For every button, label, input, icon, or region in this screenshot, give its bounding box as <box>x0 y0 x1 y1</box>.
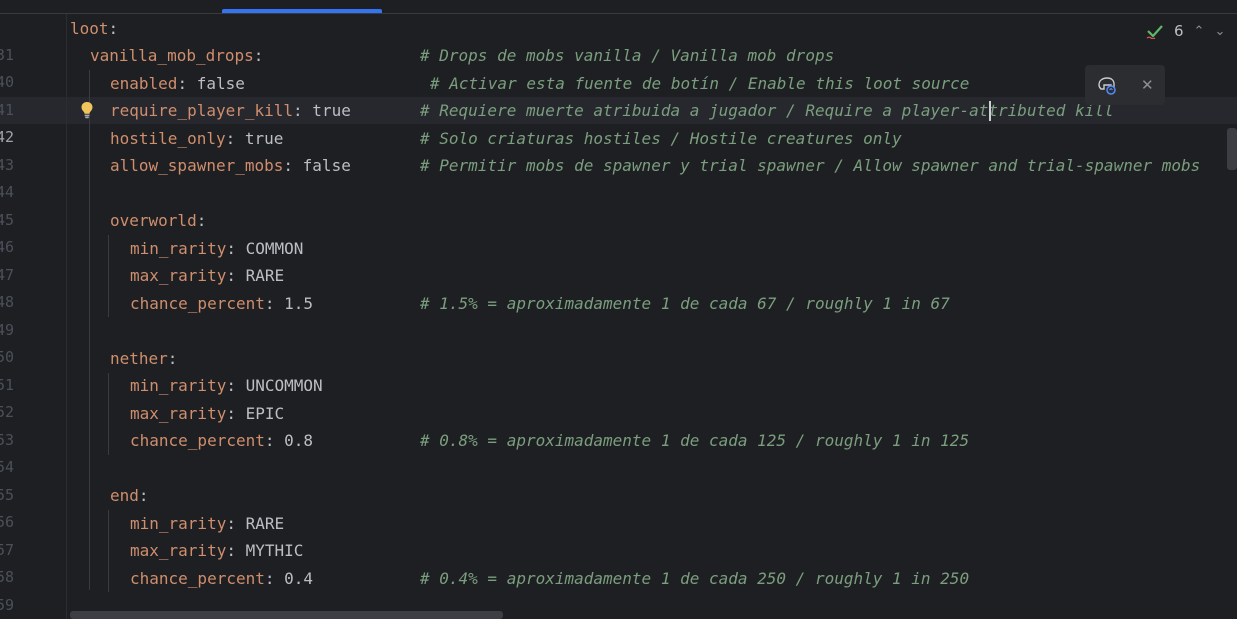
yaml-key: max_rarity <box>130 404 227 423</box>
yaml-value: true <box>302 101 351 120</box>
yaml-key: chance_percent <box>130 431 265 450</box>
code-line[interactable]: 52 min_rarity: UNCOMMON <box>0 372 1237 421</box>
code-line[interactable]: 51 nether: <box>0 345 1237 394</box>
yaml-key: max_rarity <box>130 266 227 285</box>
chevron-up-icon[interactable]: ⌃ <box>1194 24 1205 39</box>
code-line[interactable]: 57 min_rarity: RARE <box>0 510 1237 559</box>
code-line[interactable]: 47 min_rarity: COMMON <box>0 235 1237 284</box>
yaml-colon: : <box>167 349 178 368</box>
lightbulb-icon[interactable] <box>80 101 94 119</box>
yaml-colon: : <box>253 46 264 65</box>
yaml-key: loot <box>70 19 109 38</box>
yaml-key: allow_spawner_mobs <box>110 156 284 175</box>
yaml-comment: # Permitir mobs de spawner y trial spawn… <box>420 156 1201 175</box>
yaml-value: COMMON <box>235 239 304 258</box>
code-line[interactable]: 54 chance_percent: 0.8 # 0.8% = aproxima… <box>0 427 1237 476</box>
code-line[interactable]: 58 max_rarity: MYTHIC <box>0 537 1237 586</box>
yaml-key: max_rarity <box>130 541 227 560</box>
code-line[interactable]: 31 loot: <box>0 15 1237 64</box>
yaml-comment: # Activar esta fuente de botín / Enable … <box>430 74 970 93</box>
yaml-value: 0.4 <box>274 569 314 588</box>
yaml-comment: # 0.4% = aproximadamente 1 de cada 250 /… <box>420 569 970 588</box>
yaml-value: 0.8 <box>274 431 314 450</box>
code-line[interactable]: 45 <box>0 180 1237 229</box>
yaml-colon: : <box>226 376 236 395</box>
code-line[interactable]: 46 overworld: <box>0 207 1237 256</box>
elephant-sync-icon[interactable] <box>1096 75 1118 95</box>
code-line[interactable]: 40 vanilla_mob_drops: # Drops de mobs va… <box>0 42 1237 91</box>
code-line[interactable]: 53 max_rarity: EPIC <box>0 400 1237 449</box>
yaml-value: 1.5 <box>274 294 314 313</box>
yaml-key: min_rarity <box>130 376 227 395</box>
inspection-widget[interactable]: 6 ⌃ ⌄ <box>1142 18 1230 44</box>
editor-top-border <box>0 13 1237 14</box>
code-line[interactable]: 41 enabled: false # Activar esta fuente … <box>0 70 1237 119</box>
inspection-count: 6 <box>1174 22 1184 40</box>
text-caret <box>989 101 991 121</box>
yaml-key: min_rarity <box>130 514 227 533</box>
code-line[interactable]: 48 max_rarity: RARE <box>0 262 1237 311</box>
code-line[interactable]: 55 <box>0 455 1237 504</box>
yaml-comment: # Solo criaturas hostiles / Hostile crea… <box>420 129 902 148</box>
code-line[interactable]: 56 end: <box>0 482 1237 531</box>
yaml-colon: : <box>196 211 207 230</box>
yaml-colon: : <box>226 514 236 533</box>
yaml-colon: : <box>264 569 275 588</box>
yaml-colon: : <box>226 239 236 258</box>
yaml-colon: : <box>177 74 188 93</box>
yaml-key: hostile_only <box>110 129 226 148</box>
floating-toolbar: ✕ <box>1085 65 1165 105</box>
yaml-colon: : <box>225 129 236 148</box>
yaml-comment: # 1.5% = aproximadamente 1 de cada 67 / … <box>420 294 950 313</box>
yaml-colon: : <box>264 431 275 450</box>
yaml-colon: : <box>283 156 294 175</box>
yaml-colon: : <box>226 404 236 423</box>
yaml-colon: : <box>226 541 236 560</box>
yaml-value: true <box>235 129 284 148</box>
yaml-key: end <box>110 486 139 505</box>
yaml-value: MYTHIC <box>235 541 304 560</box>
yaml-value: false <box>187 74 245 93</box>
yaml-comment: # Requiere muerte atribuida a jugador / … <box>420 101 1114 120</box>
yaml-key: min_rarity <box>130 239 227 258</box>
close-icon[interactable]: ✕ <box>1141 76 1154 94</box>
code-line[interactable]: 43 hostile_only: true # Solo criaturas h… <box>0 125 1237 174</box>
checkmark-icon <box>1146 25 1163 39</box>
code-line[interactable]: 42 require_player_kill: true # Requiere … <box>0 97 1237 146</box>
code-line[interactable]: 59 chance_percent: 0.4 # 0.4% = aproxima… <box>0 565 1237 614</box>
yaml-value: RARE <box>235 266 285 285</box>
yaml-key: chance_percent <box>130 294 265 313</box>
yaml-value: EPIC <box>235 404 285 423</box>
yaml-colon: : <box>108 19 119 38</box>
yaml-value: RARE <box>235 514 285 533</box>
yaml-colon: : <box>264 294 275 313</box>
yaml-colon: : <box>226 266 236 285</box>
code-line[interactable]: 50 <box>0 317 1237 366</box>
yaml-key: vanilla_mob_drops <box>90 46 254 65</box>
vertical-scrollbar-thumb[interactable] <box>1227 128 1237 170</box>
yaml-key: require_player_kill <box>110 101 294 120</box>
code-line[interactable]: 44 allow_spawner_mobs: false # Permitir … <box>0 152 1237 201</box>
yaml-key: chance_percent <box>130 569 265 588</box>
yaml-value: false <box>293 156 351 175</box>
horizontal-scrollbar-thumb[interactable] <box>70 611 503 619</box>
chevron-down-icon[interactable]: ⌄ <box>1214 24 1225 39</box>
yaml-comment: # 0.8% = aproximadamente 1 de cada 125 /… <box>420 431 970 450</box>
yaml-colon: : <box>138 486 149 505</box>
yaml-comment: # Drops de mobs vanilla / Vanilla mob dr… <box>420 46 835 65</box>
yaml-key: overworld <box>110 211 197 230</box>
yaml-key: nether <box>110 349 168 368</box>
yaml-key: enabled <box>110 74 178 93</box>
yaml-value: UNCOMMON <box>235 376 323 395</box>
code-line[interactable]: 49 chance_percent: 1.5 # 1.5% = aproxima… <box>0 290 1237 339</box>
code-editor[interactable]: 31 loot: 40 vanilla_mob_drops: # Drops d… <box>0 0 1237 619</box>
yaml-colon: : <box>293 101 303 120</box>
